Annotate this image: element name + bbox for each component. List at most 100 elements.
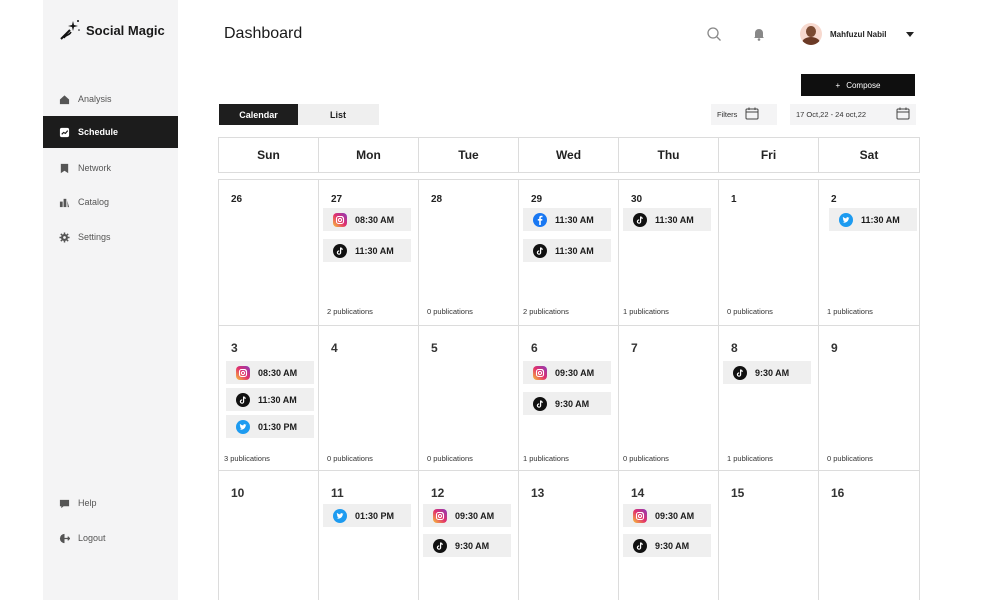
- tab-calendar[interactable]: Calendar: [219, 104, 298, 125]
- post-time: 11:30 AM: [555, 245, 594, 256]
- day-cell[interactable]: 26: [219, 180, 319, 326]
- post-time: 9:30 AM: [455, 540, 490, 551]
- weekday-thu: Thu: [619, 138, 719, 172]
- bell-icon[interactable]: [751, 26, 767, 42]
- day-cell[interactable]: 3 08:30 AM 11:30 AM 01:30 PM 3 publications: [219, 326, 319, 471]
- day-cell[interactable]: 16: [819, 471, 920, 600]
- compose-label: Compose: [846, 80, 881, 90]
- post-time: 08:30 AM: [258, 367, 298, 378]
- tiktok-icon: [333, 243, 347, 258]
- weekday-mon: Mon: [319, 138, 419, 172]
- sidebar-item-label: Network: [78, 163, 112, 173]
- calendar-grid: 26 27 08:30 AM 11:30 AM 2 publications 28 0 pu…: [218, 179, 920, 600]
- catalog-icon: [59, 197, 70, 208]
- day-cell[interactable]: 5 0 publications: [419, 326, 519, 471]
- post-time: 08:30 AM: [355, 214, 395, 225]
- sidebar-item-help[interactable]: Help: [43, 488, 178, 518]
- scheduled-post[interactable]: 11:30 AM: [623, 208, 711, 231]
- weekday-wed: Wed: [519, 138, 619, 172]
- sidebar-item-network[interactable]: Network: [43, 153, 178, 183]
- day-cell[interactable]: 11 01:30 PM: [319, 471, 419, 600]
- scheduled-post[interactable]: 01:30 PM: [226, 415, 314, 438]
- tab-list[interactable]: List: [298, 104, 378, 125]
- day-number: 29: [531, 194, 543, 205]
- date-range-picker[interactable]: 17 Oct,22 - 24 oct,22: [790, 104, 916, 125]
- day-number: 10: [231, 486, 245, 500]
- day-number: 26: [231, 194, 243, 205]
- help-icon: [59, 498, 70, 509]
- instagram-icon: [533, 365, 547, 380]
- publication-count: 1 publications: [523, 454, 569, 463]
- sidebar-item-settings[interactable]: Settings: [43, 222, 178, 252]
- compose-button[interactable]: + Compose: [801, 74, 915, 96]
- filters-button[interactable]: Filters: [711, 104, 777, 125]
- brand-name: Social Magic: [86, 22, 165, 38]
- day-cell[interactable]: 9 0 publications: [819, 326, 920, 471]
- scheduled-post[interactable]: 11:30 AM: [226, 388, 314, 411]
- weekday-sat: Sat: [859, 148, 879, 162]
- post-time: 01:30 PM: [355, 510, 395, 521]
- scheduled-post[interactable]: 08:30 AM: [226, 361, 314, 384]
- view-toggle: Calendar List: [219, 104, 379, 125]
- day-cell[interactable]: 29 11:30 AM 11:30 AM 2 publications: [519, 180, 619, 326]
- sidebar-item-catalog[interactable]: Catalog: [43, 187, 178, 217]
- tiktok-icon: [633, 538, 647, 553]
- scheduled-post[interactable]: 01:30 PM: [323, 504, 411, 527]
- scheduled-post[interactable]: 11:30 AM: [523, 208, 611, 231]
- sidebar-item-label: Help: [78, 498, 97, 508]
- sidebar-item-label: Catalog: [78, 197, 110, 207]
- twitter-icon: [839, 212, 853, 227]
- day-cell[interactable]: 15: [719, 471, 819, 600]
- calendar-icon: [745, 107, 759, 122]
- sidebar-item-label: Logout: [78, 533, 106, 543]
- scheduled-post[interactable]: 9:30 AM: [723, 361, 811, 384]
- day-cell[interactable]: 12 09:30 AM 9:30 AM: [419, 471, 519, 600]
- publication-count: 1 publications: [727, 454, 773, 463]
- post-time: 01:30 PM: [258, 421, 298, 432]
- day-cell[interactable]: 27 08:30 AM 11:30 AM 2 publications: [319, 180, 419, 326]
- day-cell[interactable]: 30 11:30 AM 1 publications: [619, 180, 719, 326]
- scheduled-post[interactable]: 9:30 AM: [523, 392, 611, 415]
- day-number: 5: [431, 341, 438, 355]
- tiktok-icon: [236, 392, 250, 407]
- sidebar-item-label: Schedule: [78, 127, 119, 137]
- search-icon[interactable]: [706, 26, 722, 42]
- scheduled-post[interactable]: 09:30 AM: [623, 504, 711, 527]
- bookmark-icon: [59, 163, 70, 174]
- day-number: 9: [831, 341, 838, 355]
- day-cell[interactable]: 1 0 publications: [719, 180, 819, 326]
- instagram-icon: [633, 508, 647, 523]
- post-time: 11:30 AM: [355, 245, 394, 256]
- sidebar-item-analysis[interactable]: Analysis: [43, 84, 178, 114]
- publication-count: 0 publications: [727, 307, 773, 316]
- day-cell[interactable]: 10: [219, 471, 319, 600]
- user-menu[interactable]: Mahfuzul Nabil: [798, 20, 931, 48]
- day-cell[interactable]: 28 0 publications: [419, 180, 519, 326]
- tiktok-icon: [533, 396, 547, 411]
- day-cell[interactable]: 13: [519, 471, 619, 600]
- scheduled-post[interactable]: 08:30 AM: [323, 208, 411, 231]
- day-cell[interactable]: 2 11:30 AM 1 publications: [819, 180, 920, 326]
- scheduled-post[interactable]: 09:30 AM: [423, 504, 511, 527]
- scheduled-post[interactable]: 9:30 AM: [423, 534, 511, 557]
- day-cell[interactable]: 6 09:30 AM 9:30 AM 1 publications: [519, 326, 619, 471]
- publication-count: 2 publications: [327, 307, 373, 316]
- home-icon: [59, 94, 70, 105]
- scheduled-post[interactable]: 11:30 AM: [523, 239, 611, 262]
- brand[interactable]: Social Magic: [58, 18, 165, 42]
- sidebar-item-logout[interactable]: Logout: [43, 523, 178, 553]
- publication-count: 0 publications: [827, 454, 873, 463]
- post-time: 11:30 AM: [861, 214, 900, 225]
- day-number: 13: [531, 486, 545, 500]
- day-cell[interactable]: 14 09:30 AM 9:30 AM: [619, 471, 719, 600]
- sidebar-item-schedule[interactable]: Schedule: [43, 116, 178, 148]
- day-cell[interactable]: 7 0 publications: [619, 326, 719, 471]
- scheduled-post[interactable]: 11:30 AM: [829, 208, 917, 231]
- day-cell[interactable]: 8 9:30 AM 1 publications: [719, 326, 819, 471]
- day-cell[interactable]: 4 0 publications: [319, 326, 419, 471]
- scheduled-post[interactable]: 11:30 AM: [323, 239, 411, 262]
- chart-icon: [59, 127, 70, 138]
- scheduled-post[interactable]: 9:30 AM: [623, 534, 711, 557]
- scheduled-post[interactable]: 09:30 AM: [523, 361, 611, 384]
- publication-count: 1 publications: [827, 307, 873, 316]
